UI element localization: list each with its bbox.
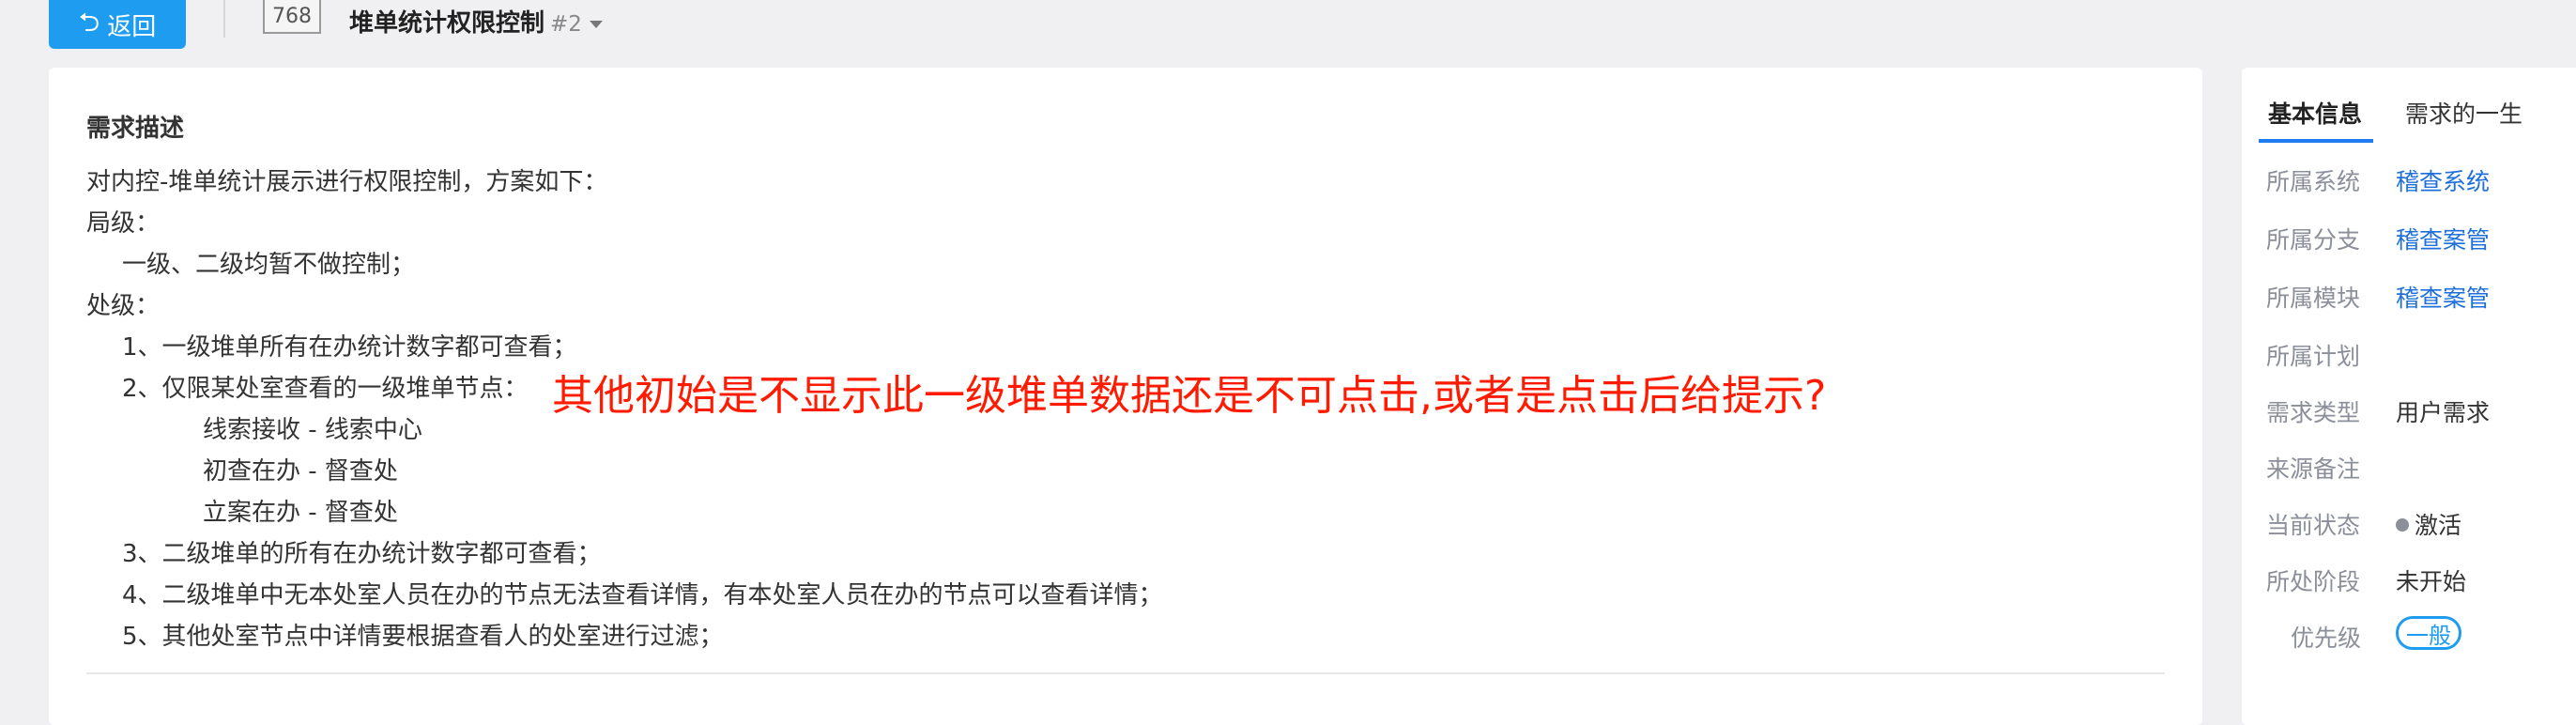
prop-value-type: 用户需求 [2396,399,2491,426]
description-line: 3、二级堆单的所有在办统计数字都可查看； [122,540,602,568]
tab-story-lifecycle[interactable]: 需求的一生 [2405,96,2522,130]
description-line: 立案在办 - 督查处 [203,499,398,527]
version-label: #2 [550,12,582,37]
prop-value-module[interactable]: 稽查案管 [2396,280,2490,314]
prop-label-system: 所属系统 [2266,168,2361,195]
prop-value-branch[interactable]: 稽查案管 [2396,222,2490,255]
prop-label-status: 当前状态 [2266,512,2361,539]
description-line: 处级： [86,292,161,320]
prop-value-system[interactable]: 稽查系统 [2396,163,2490,197]
description-card: 需求描述 对内控-堆单统计展示进行权限控制，方案如下： 局级： 一级、二级均暂不… [49,68,2202,725]
active-tab-indicator [2259,139,2373,143]
back-button-label: 返回 [107,12,157,41]
description-line: 一级、二级均暂不做控制； [122,251,416,279]
description-line: 2、仅限某处室查看的一级堆单节点： [122,375,529,403]
prop-label-source-note: 来源备注 [2266,455,2361,483]
red-annotation-note: 其他初始是不显示此一级堆单数据还是不可点击,或者是点击后给提示? [552,372,1827,420]
prop-label-priority: 优先级 [2291,625,2362,652]
description-line: 1、一级堆单所有在办统计数字都可查看； [122,333,577,362]
side-panel: 基本信息 需求的一生 所属系统 稽查系统 所属分支 稽查案管 所属模块 稽查案管… [2242,68,2576,725]
prop-label-module: 所属模块 [2266,285,2361,312]
prop-value-status: 激活 [2396,507,2461,541]
status-text: 激活 [2415,512,2462,539]
card-divider [86,672,2165,674]
prop-label-stage: 所处阶段 [2266,568,2361,595]
description-line: 5、其他处室节点中详情要根据查看人的处室进行过滤； [122,623,724,651]
header-divider [223,0,225,38]
status-dot-icon [2396,518,2409,532]
prop-label-plan: 所属计划 [2266,343,2361,370]
description-line: 线索接收 - 线索中心 [203,416,422,444]
prop-label-type: 需求类型 [2266,399,2361,426]
prop-label-branch: 所属分支 [2266,226,2361,254]
page-title[interactable]: 堆单统计权限控制 #2 [349,4,603,39]
description-line: 初查在办 - 督查处 [203,457,398,486]
priority-badge: 一般 [2396,616,2461,650]
description-line: 局级： [86,209,161,238]
section-title: 需求描述 [86,115,185,143]
undo-arrow-icon: ⮌ [78,7,100,38]
tab-basic-info[interactable]: 基本信息 [2268,96,2362,130]
side-tabs: 基本信息 需求的一生 [2242,68,2576,143]
chevron-down-icon[interactable] [589,20,603,28]
description-line: 对内控-堆单统计展示进行权限控制，方案如下： [86,168,608,196]
prop-value-stage: 未开始 [2396,568,2467,595]
page-title-text: 堆单统计权限控制 [349,9,545,38]
description-line: 4、二级堆单中无本处室人员在办的节点无法查看详情，有本处室人员在办的节点可以查看… [122,581,1163,609]
story-id-badge: 768 [263,0,321,34]
back-button[interactable]: ⮌ 返回 [49,0,186,49]
